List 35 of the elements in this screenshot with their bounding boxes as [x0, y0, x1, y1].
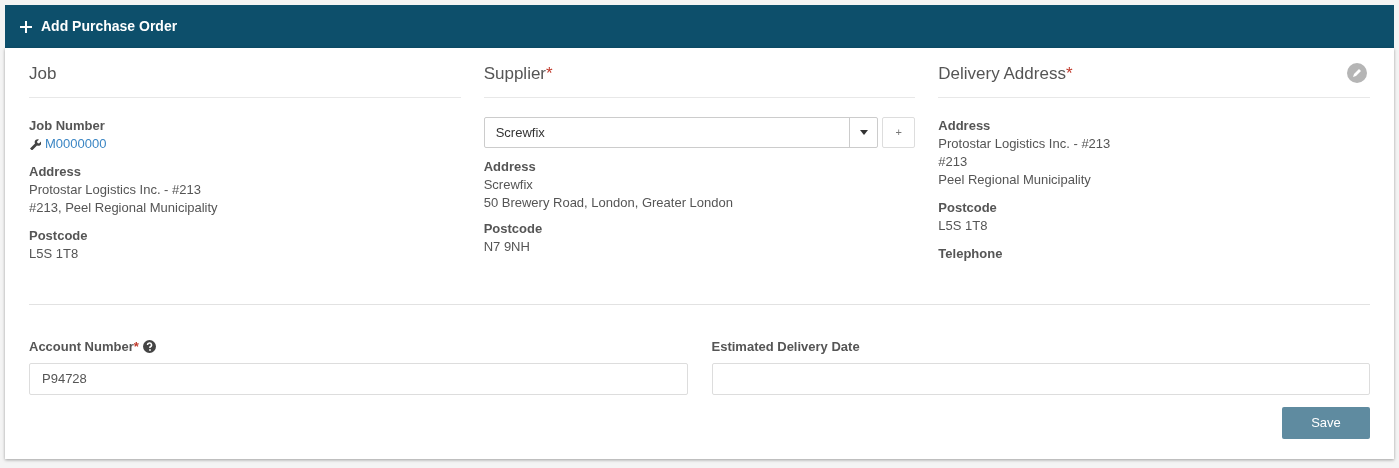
field-label: Telephone: [938, 245, 1004, 263]
caret-icon: [859, 130, 868, 135]
field-value: Screwfix: [483, 176, 534, 194]
input-field[interactable]: P94728: [29, 362, 688, 395]
edit-icon[interactable]: [1347, 62, 1367, 83]
field-label: Estimated Delivery Date: [711, 338, 860, 356]
field-value: N7 9NH: [483, 238, 531, 256]
field-value: Protostar Logistics Inc. - #213: [29, 181, 202, 199]
field-label: Postcode: [938, 199, 998, 217]
field-label: Account Number*: [29, 338, 139, 356]
wrench-icon: [29, 138, 41, 150]
field-value: L5S 1T8: [938, 217, 989, 235]
section-heading: Delivery Address*: [938, 62, 1073, 85]
field-value: 50 Brewery Road, London, Greater London: [483, 194, 734, 212]
field-label: Postcode: [29, 227, 89, 245]
input-field[interactable]: [711, 362, 1370, 395]
plus-icon: [20, 20, 32, 33]
supplier-select[interactable]: Screwfix: [483, 117, 879, 148]
add-supplier-button[interactable]: +: [882, 117, 916, 148]
save-button[interactable]: Save: [1282, 406, 1370, 439]
help-icon[interactable]: [142, 340, 156, 354]
field-value: #213: [938, 153, 969, 171]
page-title: Add Purchase Order: [41, 17, 178, 36]
field-value: #213, Peel Regional Municipality: [29, 199, 219, 217]
job-number-link[interactable]: M0000000: [29, 135, 461, 153]
section-heading: Supplier*: [483, 62, 553, 85]
field-value: L5S 1T8: [29, 245, 80, 263]
section-heading: Job: [29, 62, 57, 85]
field-label: Job Number: [29, 117, 106, 135]
field-label: Postcode: [483, 220, 544, 238]
field-label: Address: [483, 158, 537, 176]
field-label: Address: [938, 117, 992, 135]
field-value: Protostar Logistics Inc. - #213: [938, 135, 1112, 153]
field-value: Peel Regional Municipality: [938, 171, 1092, 189]
field-label: Address: [29, 163, 83, 181]
